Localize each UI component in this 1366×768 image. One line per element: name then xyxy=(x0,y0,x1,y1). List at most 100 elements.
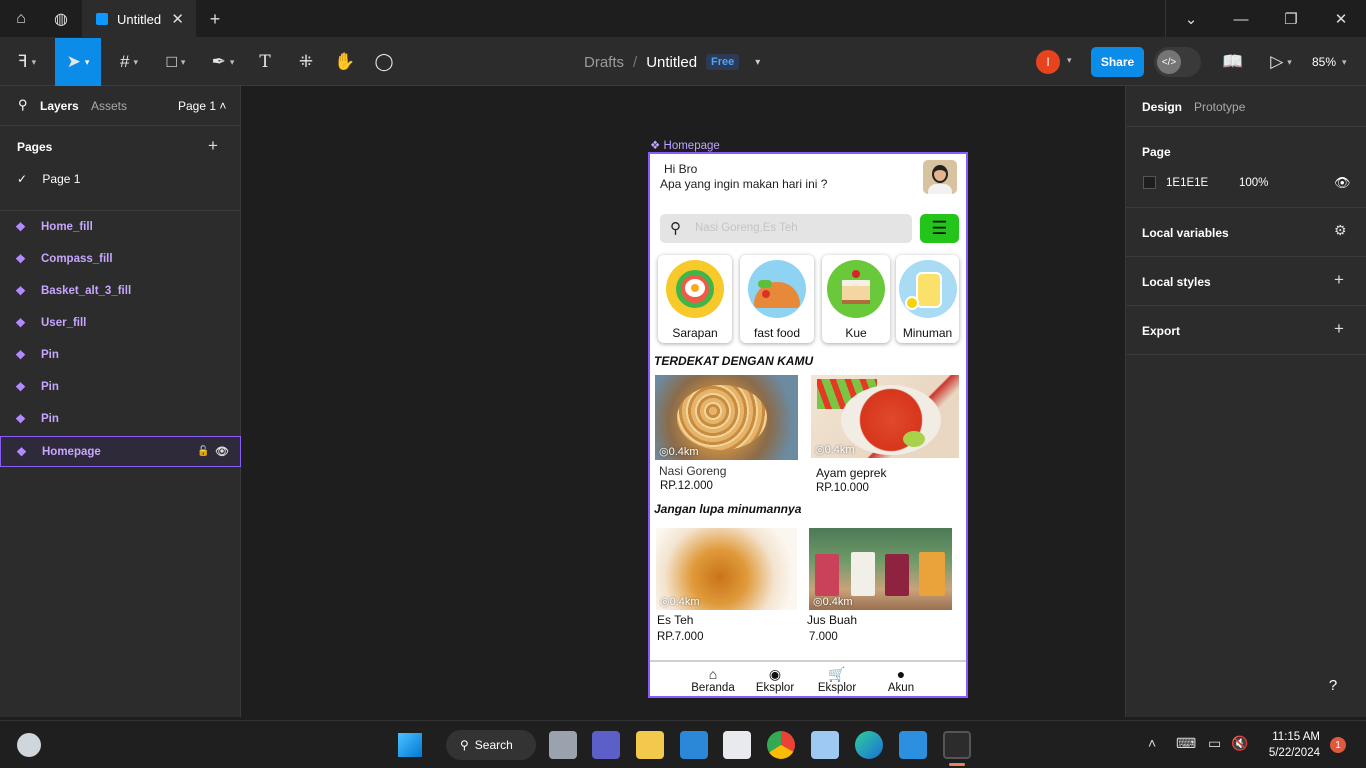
help-button[interactable]: ? xyxy=(1317,669,1349,701)
new-tab-icon[interactable]: + xyxy=(196,0,234,38)
move-tool-button[interactable]: ➤ ▾ xyxy=(55,38,101,86)
page-opacity-value[interactable]: 100% xyxy=(1239,177,1268,189)
file-title[interactable]: Untitled xyxy=(646,54,697,71)
comment-icon: ◯ xyxy=(374,52,394,71)
hand-icon: ✋ xyxy=(334,52,356,71)
taskbar-search[interactable]: ⚲ Search xyxy=(446,730,536,760)
search-input[interactable]: ⚲ Nasi Goreng,Es Teh xyxy=(660,214,912,243)
profile-photo[interactable] xyxy=(923,160,957,194)
zoom-menu[interactable]: 85% ▾ xyxy=(1312,38,1347,86)
mail-icon[interactable] xyxy=(680,731,708,759)
nav-basket[interactable]: 🛒 Eksplor xyxy=(812,666,862,694)
pen-tool-button[interactable]: ✒ ▾ xyxy=(204,38,242,86)
comment-tool-button[interactable]: ◯ xyxy=(370,38,398,86)
frame-tool-button[interactable]: # ▾ xyxy=(110,38,148,86)
tab-prototype[interactable]: Prototype xyxy=(1194,100,1245,114)
drink-image-jus-buah[interactable]: ◎0.4km xyxy=(809,528,952,610)
tab-assets[interactable]: Assets xyxy=(91,99,127,113)
homepage-frame[interactable]: Hi Bro Apa yang ingin makan hari ini ? ⚲… xyxy=(648,152,968,698)
add-page-icon[interactable]: + xyxy=(208,136,218,156)
hand-tool-button[interactable]: ✋ xyxy=(331,38,359,86)
notification-badge[interactable]: 1 xyxy=(1330,737,1346,753)
meet-icon[interactable] xyxy=(592,731,620,759)
minimize-icon[interactable]: — xyxy=(1216,0,1266,38)
page-selector[interactable]: Page 1 ˄ xyxy=(178,99,226,113)
file-explorer-icon[interactable] xyxy=(636,731,664,759)
eye-icon[interactable]: 👁 xyxy=(1334,175,1351,191)
main-menu-button[interactable]: ꟻ ▾ xyxy=(8,38,46,86)
present-button[interactable]: ▷ ▾ xyxy=(1262,38,1300,86)
figma-icon[interactable] xyxy=(943,731,971,759)
add-export-icon[interactable]: + xyxy=(1334,319,1344,339)
user-avatar[interactable]: I xyxy=(1036,50,1060,74)
vscode-icon[interactable] xyxy=(899,731,927,759)
layer-item-homepage[interactable]: ❖ Homepage 🔓 👁 xyxy=(0,436,241,467)
layer-item[interactable]: ❖ Compass_fill xyxy=(0,243,241,275)
layer-item[interactable]: ❖ Home_fill xyxy=(0,211,241,243)
chevron-down-icon[interactable]: ⌄ xyxy=(1166,0,1216,38)
share-button[interactable]: Share xyxy=(1091,47,1144,77)
nav-akun[interactable]: ● Akun xyxy=(876,666,926,694)
chrome-icon[interactable] xyxy=(767,731,795,759)
category-minuman[interactable]: Minuman xyxy=(896,255,959,343)
frame-label[interactable]: ❖ Homepage xyxy=(650,138,720,152)
category-kue[interactable]: Kue xyxy=(822,255,890,343)
category-sarapan[interactable]: Sarapan xyxy=(658,255,732,343)
nav-eksplor[interactable]: ◉ Eksplor xyxy=(750,666,800,694)
drink-image-es-teh[interactable]: ◎0.4km xyxy=(656,528,797,610)
window-close-icon[interactable]: ✕ xyxy=(1316,0,1366,38)
weather-icon[interactable] xyxy=(17,733,41,757)
page-item-page-1[interactable]: ✓ Page 1 xyxy=(17,172,80,186)
keyboard-icon[interactable]: ⌨ xyxy=(1176,735,1196,752)
page-color-swatch[interactable] xyxy=(1143,176,1156,189)
text-tool-button[interactable]: T xyxy=(251,38,279,86)
restore-icon[interactable]: ❐ xyxy=(1266,0,1316,38)
windows-start-icon[interactable] xyxy=(398,733,422,757)
distance-label: ◎0.4km xyxy=(815,444,855,456)
category-fast-food[interactable]: fast food xyxy=(740,255,814,343)
filter-button[interactable]: ☰ xyxy=(920,214,959,243)
page-section: Page xyxy=(1126,127,1366,208)
category-label: Sarapan xyxy=(672,326,718,340)
unlock-icon[interactable]: 🔓 xyxy=(197,446,209,457)
layer-item[interactable]: ❖ Pin xyxy=(0,371,241,403)
food-image-nasi-goreng[interactable]: ◎0.4km xyxy=(655,375,798,460)
task-view-icon[interactable] xyxy=(549,731,577,759)
tab-layers[interactable]: Layers xyxy=(40,99,79,113)
chevron-down-icon[interactable]: ▾ xyxy=(755,57,760,68)
local-variables-heading[interactable]: Local variables xyxy=(1142,226,1229,240)
breadcrumb-drafts[interactable]: Drafts xyxy=(584,54,624,71)
volume-muted-icon[interactable]: 🔇 xyxy=(1231,735,1248,752)
nav-beranda[interactable]: ⌂ Beranda xyxy=(688,666,738,694)
eye-icon[interactable]: 👁 xyxy=(215,445,229,458)
rectangle-icon: □ xyxy=(166,52,177,71)
nav-label: Eksplor xyxy=(755,682,795,694)
food-image-ayam-geprek[interactable]: ◎0.4km xyxy=(811,375,959,458)
pin-icon: ◎ xyxy=(813,596,823,608)
layer-item[interactable]: ❖ Pin xyxy=(0,339,241,371)
tab-untitled[interactable]: Untitled ✕ xyxy=(82,0,196,38)
edge-icon[interactable] xyxy=(855,731,883,759)
layer-item[interactable]: ❖ Basket_alt_3_fill xyxy=(0,275,241,307)
library-button[interactable]: 📖 xyxy=(1220,38,1246,86)
variables-icon[interactable]: ⚙ xyxy=(1334,222,1347,239)
home-icon[interactable]: ⌂ xyxy=(2,0,40,38)
network-icon[interactable]: ▭ xyxy=(1208,735,1221,752)
page-color-value[interactable]: 1E1E1E xyxy=(1166,177,1208,189)
add-style-icon[interactable]: + xyxy=(1334,270,1344,290)
tab-design[interactable]: Design xyxy=(1142,100,1182,114)
resources-tool-button[interactable]: ⁜ xyxy=(292,38,320,86)
clock[interactable]: 11:15 AM 5/22/2024 xyxy=(1262,729,1320,761)
chevron-down-icon[interactable]: ▾ xyxy=(1067,55,1072,66)
store-icon[interactable] xyxy=(723,731,751,759)
layer-item[interactable]: ❖ Pin xyxy=(0,403,241,435)
shape-tool-button[interactable]: □ ▾ xyxy=(157,38,195,86)
chevron-up-icon[interactable]: ˄ xyxy=(1148,735,1156,751)
close-tab-icon[interactable]: ✕ xyxy=(171,10,184,28)
virtualbox-icon[interactable] xyxy=(811,731,839,759)
search-icon[interactable]: ⚲ xyxy=(18,97,28,113)
local-variables-section: Local variables ⚙ xyxy=(1126,208,1366,257)
dev-mode-toggle[interactable]: </> xyxy=(1154,47,1201,77)
globe-icon[interactable]: ◍ xyxy=(42,0,80,38)
layer-item[interactable]: ❖ User_fill xyxy=(0,307,241,339)
